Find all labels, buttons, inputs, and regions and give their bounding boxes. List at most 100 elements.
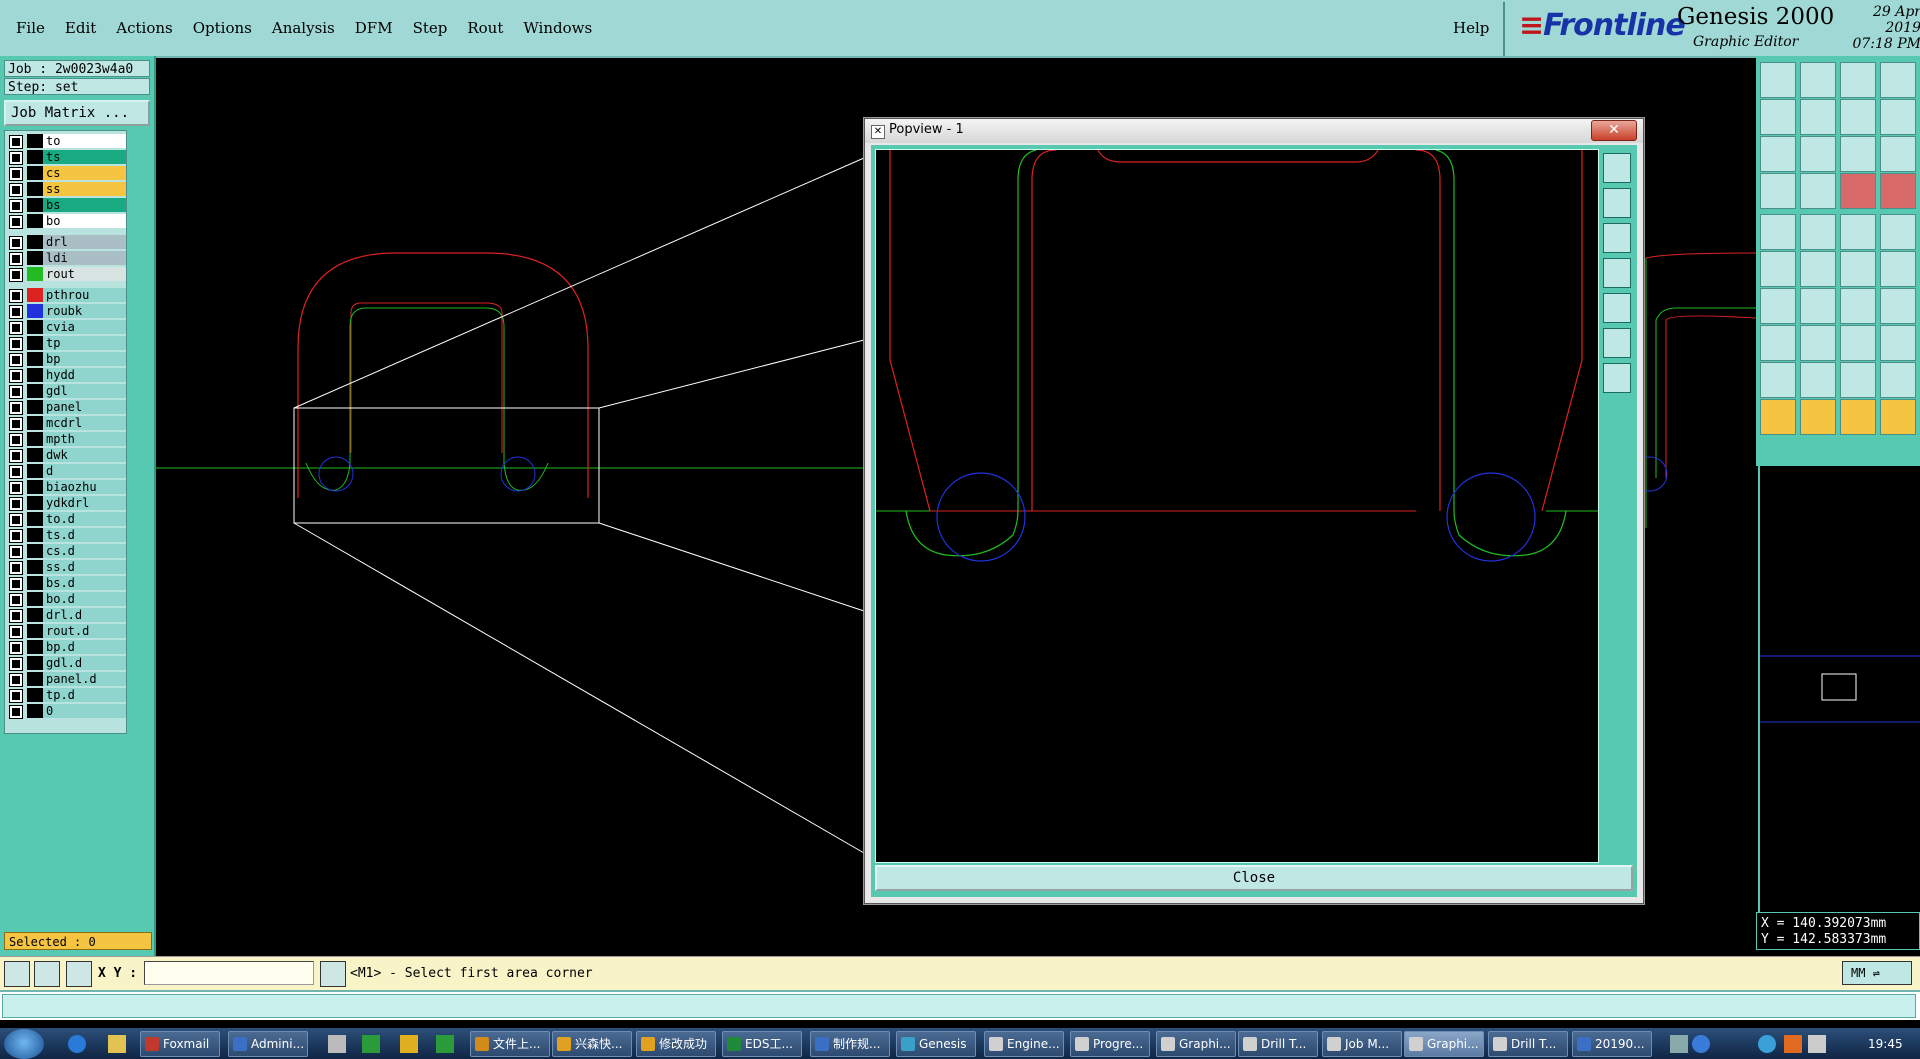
layer-row[interactable]: tp: [5, 335, 126, 351]
add-pad-icon[interactable]: [1760, 325, 1796, 361]
snap-icon[interactable]: [4, 961, 30, 987]
layer-checkbox[interactable]: [10, 354, 22, 366]
layer-name[interactable]: d: [43, 464, 126, 478]
layer-name[interactable]: ldi: [43, 251, 126, 265]
layer-checkbox[interactable]: [10, 402, 22, 414]
help-tray-icon[interactable]: [1692, 1035, 1710, 1053]
layer-checkbox[interactable]: [10, 658, 22, 670]
export-icon[interactable]: [1760, 62, 1796, 98]
layer-row[interactable]: d: [5, 463, 126, 479]
layer-checkbox[interactable]: [10, 322, 22, 334]
layer-checkbox[interactable]: [10, 269, 22, 281]
popview-close-button[interactable]: Close: [875, 865, 1633, 891]
layer-checkbox[interactable]: [10, 706, 22, 718]
layer-row[interactable]: bo.d: [5, 591, 126, 607]
layer-name[interactable]: tp.d: [43, 688, 126, 702]
layer-name[interactable]: gdl.d: [43, 656, 126, 670]
select3-icon[interactable]: [1840, 399, 1876, 435]
layer-checkbox[interactable]: [10, 370, 22, 382]
text-d-icon[interactable]: [1880, 362, 1916, 398]
taskbar-item[interactable]: 制作规...: [810, 1031, 890, 1057]
start-button[interactable]: [4, 1029, 44, 1059]
fit-selection-icon[interactable]: [1603, 363, 1631, 393]
taskbar-item[interactable]: 20190...: [1572, 1031, 1652, 1057]
taskbar-item[interactable]: Drill T...: [1238, 1031, 1318, 1057]
layer-checkbox[interactable]: [10, 482, 22, 494]
pan-down-icon[interactable]: [1603, 223, 1631, 253]
security-icon[interactable]: [1784, 1035, 1802, 1053]
shapes-icon[interactable]: [1880, 325, 1916, 361]
layer-row[interactable]: pthrou: [5, 287, 126, 303]
menu-rout[interactable]: Rout: [457, 16, 513, 40]
layer-checkbox[interactable]: [10, 514, 22, 526]
redo-view-icon[interactable]: [1880, 99, 1916, 135]
angle-icon[interactable]: [1760, 288, 1796, 324]
layer-row[interactable]: ss.d: [5, 559, 126, 575]
import-icon[interactable]: [1800, 62, 1836, 98]
layer-checkbox[interactable]: [10, 530, 22, 542]
layer-row[interactable]: ts: [5, 149, 126, 165]
layer-row[interactable]: biaozhu: [5, 479, 126, 495]
taskbar-item[interactable]: 文件上...: [470, 1031, 550, 1057]
zoom-out-icon[interactable]: [1603, 188, 1631, 218]
layer-row[interactable]: drl: [5, 234, 126, 250]
layer-name[interactable]: roubk: [43, 304, 126, 318]
pan-left-icon[interactable]: [1603, 258, 1631, 288]
xy-input[interactable]: [144, 961, 314, 985]
layer-name[interactable]: bp: [43, 352, 126, 366]
menu-actions[interactable]: Actions: [106, 16, 182, 40]
layer-checkbox[interactable]: [10, 498, 22, 510]
layer-row[interactable]: cs: [5, 165, 126, 181]
layer-row[interactable]: rout.d: [5, 623, 126, 639]
taskbar-item[interactable]: 修改成功: [636, 1031, 716, 1057]
layer-row[interactable]: cs.d: [5, 543, 126, 559]
document-icon[interactable]: [328, 1035, 346, 1053]
layer-checkbox[interactable]: [10, 594, 22, 606]
layer-row[interactable]: dwk: [5, 447, 126, 463]
scale-1-2-icon[interactable]: [1840, 136, 1876, 172]
layer-checkbox[interactable]: [10, 386, 22, 398]
folder-icon[interactable]: [108, 1035, 126, 1053]
layer-name[interactable]: biaozhu: [43, 480, 126, 494]
layer-name[interactable]: drl.d: [43, 608, 126, 622]
layer-row[interactable]: rout: [5, 266, 126, 282]
layer-row[interactable]: bs.d: [5, 575, 126, 591]
select4-icon[interactable]: [1880, 399, 1916, 435]
fit-icon[interactable]: [1760, 136, 1796, 172]
layer-name[interactable]: 0: [43, 704, 126, 718]
layer-name[interactable]: drl: [43, 235, 126, 249]
menu-dfm[interactable]: DFM: [345, 16, 403, 40]
layer-row[interactable]: cvia: [5, 319, 126, 335]
layer-name[interactable]: bp.d: [43, 640, 126, 654]
step-left-icon[interactable]: [1760, 99, 1796, 135]
layer-checkbox[interactable]: [10, 610, 22, 622]
center-icon[interactable]: [1800, 136, 1836, 172]
layer-checkbox[interactable]: [10, 136, 22, 148]
grid-icon[interactable]: [1800, 173, 1836, 209]
layer-row[interactable]: to.d: [5, 511, 126, 527]
layer-name[interactable]: cvia: [43, 320, 126, 334]
layer-checkbox[interactable]: [10, 168, 22, 180]
picture-icon[interactable]: [362, 1035, 380, 1053]
slope-icon[interactable]: [1800, 288, 1836, 324]
layer-row[interactable]: gdl.d: [5, 655, 126, 671]
layer-checkbox[interactable]: [10, 578, 22, 590]
node-icon[interactable]: [1760, 251, 1796, 287]
step-right-icon[interactable]: [1800, 99, 1836, 135]
layer-checkbox[interactable]: [10, 466, 22, 478]
layer-checkbox[interactable]: [10, 674, 22, 686]
layer-row[interactable]: ss: [5, 181, 126, 197]
layer-checkbox[interactable]: [10, 450, 22, 462]
layer-name[interactable]: pthrou: [43, 288, 126, 302]
layer-row[interactable]: to: [5, 133, 126, 149]
layer-row[interactable]: roubk: [5, 303, 126, 319]
taskbar-item[interactable]: Graphi...: [1156, 1031, 1236, 1057]
layer-row[interactable]: bp.d: [5, 639, 126, 655]
home-icon[interactable]: [1840, 62, 1876, 98]
layer-name[interactable]: cs: [43, 166, 126, 180]
layer-name[interactable]: gdl: [43, 384, 126, 398]
layer-row[interactable]: gdl: [5, 383, 126, 399]
taskbar-item[interactable]: Graphi...: [1404, 1031, 1484, 1057]
taskbar-item[interactable]: Genesis: [896, 1031, 976, 1057]
units-select[interactable]: MM ⇌: [1842, 961, 1912, 985]
